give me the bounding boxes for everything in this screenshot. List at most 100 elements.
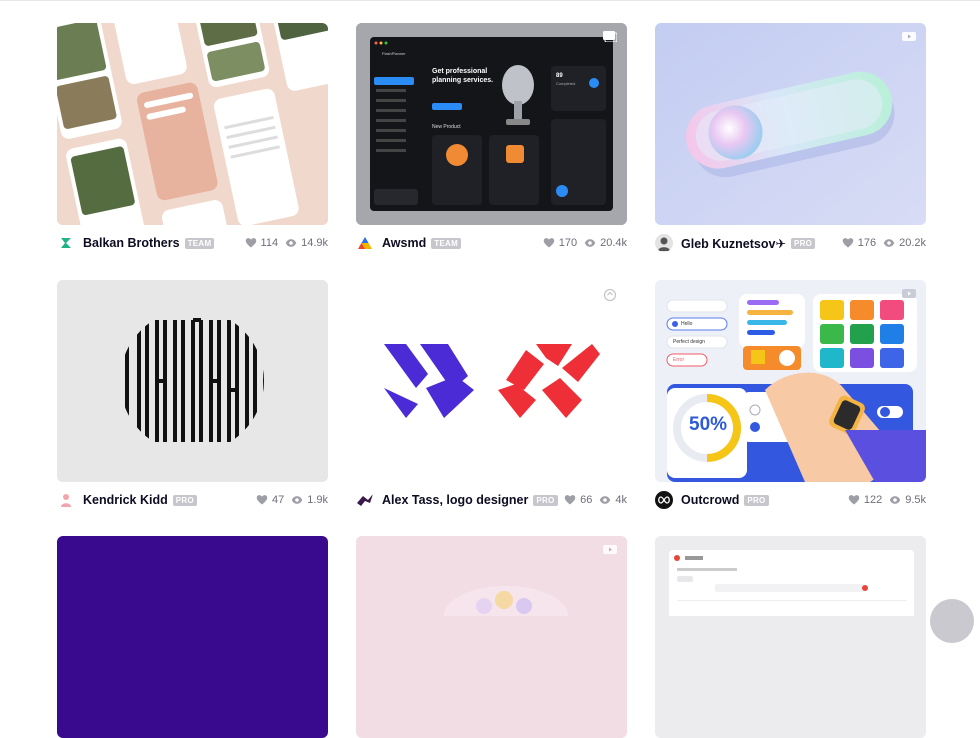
shot-card[interactable]: Get professional planning services. Flas… [356, 23, 627, 252]
shot-card[interactable] [655, 536, 926, 738]
views-count: 9.5k [905, 494, 926, 506]
avatar[interactable] [655, 491, 673, 509]
author-name[interactable]: Gleb Kuznetsov✈ [681, 236, 786, 251]
eye-icon [285, 239, 297, 247]
team-badge: TEAM [184, 237, 215, 249]
likes[interactable]: 170 [543, 237, 577, 249]
headline-line-1: Get professional [432, 68, 488, 75]
balkan-logo-icon [61, 238, 71, 248]
heart-icon [842, 238, 853, 248]
likes-count: 47 [271, 494, 285, 506]
avatar[interactable] [356, 491, 374, 509]
error-label: Error [673, 357, 685, 363]
heart-icon [245, 238, 256, 248]
shot-thumbnail[interactable] [356, 536, 627, 738]
eye-icon [600, 496, 611, 504]
views-count: 4k [615, 494, 627, 506]
heart-icon [543, 238, 554, 248]
hero-headline: Get professional planning services. [432, 67, 493, 85]
app-window-mockup [655, 536, 926, 620]
shot-stats: 176 20.2k [842, 237, 926, 249]
views-count: 20.2k [899, 237, 926, 249]
bird-logo-icon [357, 494, 373, 506]
shot-stats: 114 14.9k [245, 237, 328, 249]
pro-badge: PRO [533, 494, 558, 506]
shot-thumbnail[interactable] [356, 280, 627, 482]
travel-app-mockups [57, 23, 328, 225]
multi-shot-icon [603, 31, 617, 42]
views: 20.2k [883, 237, 926, 249]
video-icon [902, 289, 916, 298]
shot-thumbnail[interactable] [57, 280, 328, 482]
avatar[interactable] [57, 234, 75, 252]
views: 4k [599, 494, 627, 506]
candy-render [356, 536, 627, 646]
shot-card[interactable]: Balkan Brothers TEAM 114 14.9k [57, 23, 328, 252]
glass-toggle-render [655, 23, 926, 225]
likes[interactable]: 66 [564, 494, 592, 506]
brand-label: FlashPlanner [382, 51, 406, 56]
views-count: 14.9k [301, 237, 328, 249]
likes[interactable]: 176 [842, 237, 876, 249]
headline-line-2: planning services. [432, 77, 494, 84]
shot-card[interactable] [356, 536, 627, 738]
eye-icon [889, 496, 901, 504]
likes-count: 114 [260, 237, 279, 249]
likes[interactable]: 122 [848, 494, 882, 506]
shot-stats: 170 20.4k [543, 237, 627, 249]
avatar[interactable] [655, 234, 673, 252]
percent-label: 89 [556, 73, 563, 79]
pro-badge: PRO [172, 494, 197, 506]
shot-thumbnail[interactable]: 50% Hello Perfect design Error [655, 280, 926, 482]
shot-card[interactable]: 50% Hello Perfect design Error Outcrowd … [655, 280, 926, 509]
pro-badge: PRO [744, 494, 769, 506]
avatar[interactable] [356, 234, 374, 252]
author-name[interactable]: Alex Tass, logo designer [382, 493, 528, 507]
likes[interactable]: 47 [256, 494, 284, 506]
likes[interactable]: 114 [245, 237, 279, 249]
likes-count: 170 [558, 237, 578, 249]
chicago-lettering [57, 280, 328, 482]
shot-thumbnail[interactable] [655, 23, 926, 225]
video-icon [902, 32, 916, 41]
rebound-icon [603, 288, 617, 302]
shot-card[interactable]: Kendrick Kidd PRO 47 1.9k [57, 280, 328, 509]
shot-meta: Awsmd TEAM 170 20.4k [356, 233, 627, 253]
shot-thumbnail[interactable]: Get professional planning services. Flas… [356, 23, 627, 225]
shot-card[interactable] [57, 536, 328, 738]
shot-card[interactable]: Alex Tass, logo designer PRO 66 4k [356, 280, 627, 509]
shot-thumbnail[interactable] [57, 23, 328, 225]
views-count: 20.4k [600, 237, 627, 249]
shot-thumbnail[interactable] [655, 536, 926, 738]
shot-stats: 47 1.9k [256, 494, 328, 506]
author-name[interactable]: Kendrick Kidd [83, 493, 168, 507]
shot-meta: Alex Tass, logo designer PRO 66 4k [356, 490, 627, 510]
avatar[interactable] [57, 491, 75, 509]
shot-meta: Balkan Brothers TEAM 114 14.9k [57, 233, 328, 253]
shot-stats: 66 4k [564, 494, 627, 506]
person-avatar-icon [658, 237, 670, 251]
progress-percent: 50% [689, 414, 728, 435]
views: 20.4k [584, 237, 627, 249]
views: 9.5k [889, 494, 926, 506]
shot-thumbnail[interactable] [57, 536, 328, 738]
views: 14.9k [285, 237, 328, 249]
heart-icon [564, 495, 576, 505]
author-name[interactable]: Outcrowd [681, 493, 739, 507]
hello-label: Hello [681, 321, 693, 327]
author-name[interactable]: Balkan Brothers [83, 236, 180, 250]
scroll-to-top-button[interactable] [930, 599, 974, 643]
completed-label: Completed [556, 81, 576, 86]
eye-icon [584, 239, 596, 247]
shot-stats: 122 9.5k [848, 494, 926, 506]
views-count: 1.9k [307, 494, 328, 506]
logo-marks [356, 280, 627, 482]
video-icon [603, 545, 617, 554]
figure-avatar-icon [61, 494, 71, 507]
shot-meta: Outcrowd PRO 122 9.5k [655, 490, 926, 510]
author-name[interactable]: Awsmd [382, 236, 426, 250]
shot-card[interactable]: Gleb Kuznetsov✈ PRO 176 20.2k [655, 23, 926, 252]
infinity-logo-icon [658, 496, 670, 504]
awsmd-logo-icon [358, 237, 372, 249]
perfect-label: Perfect design [673, 339, 705, 345]
